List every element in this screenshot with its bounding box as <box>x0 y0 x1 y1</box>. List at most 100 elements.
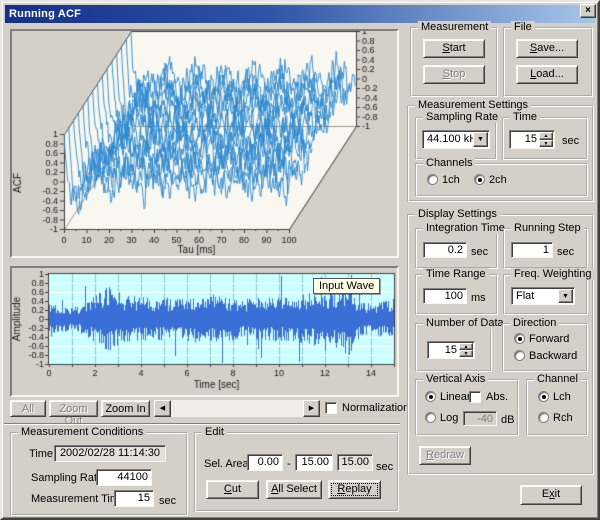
start-button[interactable]: Start <box>423 39 485 58</box>
number-of-data-group: Number of Data 15 ▲ ▼ <box>415 323 492 372</box>
stop-button[interactable]: Stop <box>423 65 485 84</box>
checkbox-box <box>469 391 481 403</box>
sel-area-label: Sel. Area <box>204 458 249 470</box>
channel-group: Channel Lch Rch <box>526 379 588 436</box>
radio-rch[interactable]: Rch <box>538 412 578 425</box>
time-group: Time 15 ▲ ▼ sec <box>502 117 588 160</box>
wave-plot-panel: Input Wave <box>10 266 399 397</box>
spinner-value: 15 <box>430 344 457 356</box>
direction-group: Direction Forward Backward <box>502 323 588 372</box>
measurement-settings-group: Measurement Settings Sampling Rate 44.10… <box>407 105 594 202</box>
redraw-button[interactable]: Redraw <box>419 446 471 465</box>
replay-button[interactable]: Replay <box>328 480 381 499</box>
all-select-button[interactable]: All Select <box>266 480 322 499</box>
radio-backward[interactable]: Backward <box>514 350 580 363</box>
exit-button[interactable]: Exit <box>520 485 582 505</box>
all-button[interactable]: All <box>10 400 46 417</box>
radio-forward[interactable]: Forward <box>514 333 580 346</box>
running-step-field[interactable]: 1 <box>511 242 553 258</box>
radio-label: Log <box>440 412 458 424</box>
radio-circle <box>514 350 525 361</box>
number-of-data-spinner[interactable]: 15 ▲ ▼ <box>427 341 475 359</box>
sel-area-from-field[interactable]: 0.00 <box>247 454 283 471</box>
close-button[interactable]: × <box>580 4 596 18</box>
spin-up-icon[interactable]: ▲ <box>459 343 473 350</box>
checkbox-label: Abs. <box>486 391 508 403</box>
radio-linear[interactable]: Linear <box>425 391 475 404</box>
zoom-in-button[interactable]: Zoom In <box>101 400 150 417</box>
dash-label: - <box>287 458 291 470</box>
channels-group: Channels 1ch 2ch <box>415 163 588 197</box>
time-range-field[interactable]: 100 <box>423 288 467 304</box>
title-bar[interactable]: Running ACF <box>5 5 595 23</box>
radio-circle <box>474 174 485 185</box>
integration-time-group: Integration Time 0.2 sec <box>415 228 498 269</box>
chevron-down-icon[interactable]: ▼ <box>473 132 488 147</box>
radio-circle <box>538 412 549 423</box>
sampling-rate-value-field: 44100 <box>96 469 152 486</box>
radio-2ch[interactable]: 2ch <box>474 174 516 187</box>
scroll-left-icon[interactable]: ◀ <box>154 400 171 417</box>
sec-unit-label: sec <box>562 135 579 147</box>
spin-down-icon[interactable]: ▼ <box>459 350 473 357</box>
group-title: Sampling Rate <box>423 111 501 123</box>
freq-weighting-group: Freq. Weighting Flat ▼ <box>503 274 588 315</box>
edit-group: Edit Sel. Area 0.00 - 15.00 15.00 sec Cu… <box>194 432 399 512</box>
display-settings-group: Display Settings Integration Time 0.2 se… <box>407 214 594 475</box>
cut-button[interactable]: Cut <box>206 480 259 499</box>
measurement-group: Measurement Start Stop <box>410 27 498 97</box>
scroll-right-icon[interactable]: ▶ <box>303 400 320 417</box>
sec-unit-label: sec <box>557 246 574 258</box>
group-title: Direction <box>510 317 559 329</box>
sampling-rate-combo[interactable]: 44.100 kHz ▼ <box>422 130 490 149</box>
sampling-rate-group: Sampling Rate 44.100 kHz ▼ <box>415 117 497 160</box>
zoom-out-button[interactable]: Zoom Out <box>49 400 98 417</box>
time-range-group: Time Range 100 ms <box>415 274 498 315</box>
measurement-time-value-field: 15 <box>114 490 154 507</box>
radio-label: Forward <box>529 333 569 345</box>
radio-log[interactable]: Log <box>425 412 465 425</box>
sel-area-to-field[interactable]: 15.00 <box>295 454 333 471</box>
radio-label: Rch <box>553 412 573 424</box>
radio-lch[interactable]: Lch <box>538 391 578 404</box>
save-button[interactable]: Save... <box>516 39 578 58</box>
group-title: Measurement Settings <box>415 99 531 111</box>
window-title: Running ACF <box>5 8 81 20</box>
group-title: Channel <box>534 373 581 385</box>
radio-1ch[interactable]: 1ch <box>427 174 469 187</box>
radio-label: Backward <box>529 350 577 362</box>
spin-up-icon[interactable]: ▲ <box>539 132 553 140</box>
freq-weighting-combo[interactable]: Flat ▼ <box>511 287 575 305</box>
group-title: Freq. Weighting <box>511 268 594 280</box>
spin-down-icon[interactable]: ▼ <box>539 140 553 148</box>
radio-label: Lch <box>553 391 571 403</box>
time-value-field: 2002/02/28 11:14:30 <box>54 445 166 462</box>
group-title: File <box>511 21 535 33</box>
time-spinner[interactable]: 15 ▲ ▼ <box>509 130 555 149</box>
radio-circle <box>425 391 436 402</box>
radio-label: 1ch <box>442 174 460 186</box>
checkbox-box <box>325 402 337 414</box>
normalization-checkbox[interactable]: Normalization <box>325 402 395 415</box>
sec-unit-label: sec <box>471 246 488 258</box>
radio-label: Linear <box>440 391 471 403</box>
abs-checkbox[interactable]: Abs. <box>469 391 513 404</box>
sec-unit-label: sec <box>159 495 176 507</box>
group-title: Measurement Conditions <box>18 426 146 438</box>
group-title: Channels <box>423 157 475 169</box>
wave-scrollbar[interactable]: ◀ ▶ <box>154 400 320 417</box>
input-wave-tooltip: Input Wave <box>313 278 380 294</box>
db-unit-label: dB <box>501 414 514 426</box>
group-title: Integration Time <box>423 222 508 234</box>
radio-circle <box>538 391 549 402</box>
vertical-axis-group: Vertical Axis Linear Abs. Log -40 dB <box>415 379 519 436</box>
running-acf-window: Running ACF × Input Wave All Zoom Out Zo… <box>0 0 600 520</box>
load-button[interactable]: Load... <box>516 65 578 84</box>
group-title: Time <box>510 111 540 123</box>
integration-time-field[interactable]: 0.2 <box>423 242 467 258</box>
radio-circle <box>427 174 438 185</box>
chevron-down-icon[interactable]: ▼ <box>558 289 573 303</box>
radio-label: 2ch <box>489 174 507 186</box>
group-title: Measurement <box>418 21 491 33</box>
group-title: Vertical Axis <box>423 373 488 385</box>
